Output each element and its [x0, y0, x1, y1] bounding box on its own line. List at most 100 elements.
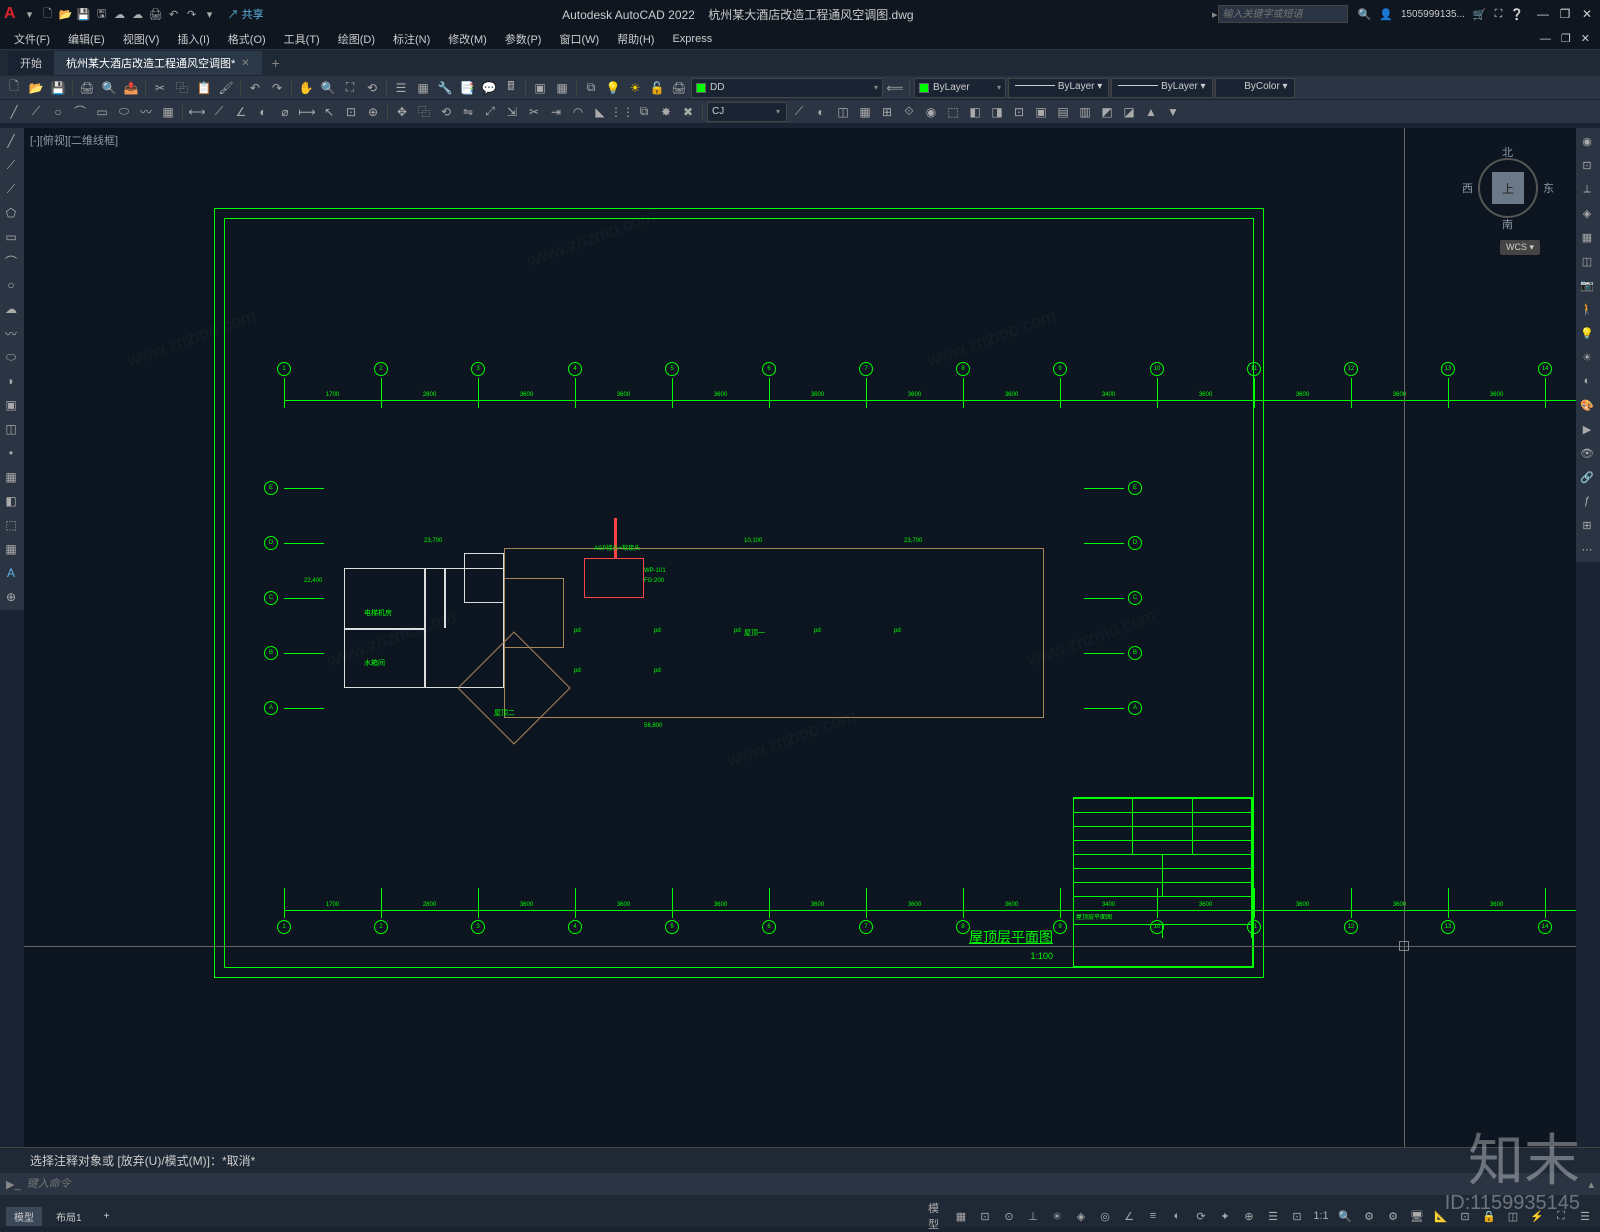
motion-icon[interactable]: ▶: [1576, 418, 1598, 440]
anno-auto-icon[interactable]: ⚙: [1360, 1207, 1378, 1225]
tool-b-icon[interactable]: ◐: [811, 102, 831, 122]
zoom-icon[interactable]: 🔍: [318, 78, 338, 98]
explode-icon[interactable]: ✸: [656, 102, 676, 122]
light-icon[interactable]: 💡: [1576, 322, 1598, 344]
drawing-canvas[interactable]: [-][俯视][二维线框] 上 北 南 西 东 WCS ▾ 屋顶层平面图 屋顶层…: [24, 128, 1576, 1147]
revcloud-tool-icon[interactable]: ☁: [0, 298, 22, 320]
monitor-icon[interactable]: 🖥: [1408, 1207, 1426, 1225]
rotate-icon[interactable]: ⟲: [436, 102, 456, 122]
dim-diam-icon[interactable]: ⌀: [275, 102, 295, 122]
tool-f-icon[interactable]: ⟐: [899, 102, 919, 122]
ucs-icon[interactable]: ⟂: [1576, 178, 1598, 200]
viewport-label[interactable]: [-][俯视][二维线框]: [30, 132, 118, 148]
undo-icon[interactable]: ↶: [166, 6, 182, 22]
tool-n-icon[interactable]: ▥: [1075, 102, 1095, 122]
tool-q-icon[interactable]: ▲: [1141, 102, 1161, 122]
lock-ui-icon[interactable]: 🔒: [1480, 1207, 1498, 1225]
menu-insert[interactable]: 插入(I): [169, 29, 217, 49]
osnap-toggle-icon[interactable]: ◎: [1096, 1207, 1114, 1225]
leader-icon[interactable]: ↖: [319, 102, 339, 122]
print-icon[interactable]: 🖨: [77, 78, 97, 98]
preview-icon[interactable]: 🔍: [99, 78, 119, 98]
point-tool-icon[interactable]: •: [0, 442, 22, 464]
print-icon[interactable]: 🖨: [148, 6, 164, 22]
line-tool-icon[interactable]: ╱: [0, 130, 22, 152]
tool-k-icon[interactable]: ⊡: [1009, 102, 1029, 122]
dyn-toggle-icon[interactable]: ⊕: [1240, 1207, 1258, 1225]
menu-draw[interactable]: 绘图(D): [330, 29, 383, 49]
snap-toggle-icon[interactable]: ⊡: [976, 1207, 994, 1225]
menu-tools[interactable]: 工具(T): [276, 29, 328, 49]
gradient-tool-icon[interactable]: ◧: [0, 490, 22, 512]
props-icon[interactable]: ☰: [391, 78, 411, 98]
command-input[interactable]: [27, 1178, 1589, 1190]
match-icon[interactable]: 🖌: [216, 78, 236, 98]
cycle-toggle-icon[interactable]: ⟳: [1192, 1207, 1210, 1225]
tab-add-button[interactable]: +: [262, 55, 290, 71]
view-cube[interactable]: 上 北 南 西 东: [1466, 146, 1550, 230]
trim-icon[interactable]: ✂: [524, 102, 544, 122]
ellipsearc-tool-icon[interactable]: ◗: [0, 370, 22, 392]
polygon-tool-icon[interactable]: ⬠: [0, 202, 22, 224]
3dosnap-icon[interactable]: ✦: [1216, 1207, 1234, 1225]
dim-cont-icon[interactable]: ⟼: [297, 102, 317, 122]
copy-icon[interactable]: ⿻: [414, 102, 434, 122]
move-icon[interactable]: ✥: [392, 102, 412, 122]
center-icon[interactable]: ⊕: [363, 102, 383, 122]
material-icon[interactable]: ◐: [1576, 370, 1598, 392]
table-icon[interactable]: ▦: [552, 78, 572, 98]
web-save-icon[interactable]: ☁: [130, 6, 146, 22]
open-icon[interactable]: 📂: [26, 78, 46, 98]
insert-tool-icon[interactable]: ▣: [0, 394, 22, 416]
grid-toggle-icon[interactable]: ▦: [952, 1207, 970, 1225]
redo-icon[interactable]: ↷: [267, 78, 287, 98]
close-button[interactable]: ✕: [1578, 7, 1596, 21]
hw-accel-icon[interactable]: ⚡: [1528, 1207, 1546, 1225]
zoomwin-icon[interactable]: ⛶: [340, 78, 360, 98]
open-icon[interactable]: 📂: [58, 6, 74, 22]
compass-east[interactable]: 东: [1543, 180, 1554, 196]
block-tool-icon[interactable]: ◫: [0, 418, 22, 440]
region-tool-icon[interactable]: ⬚: [0, 514, 22, 536]
color-dropdown[interactable]: ByLayer ▾: [914, 78, 1006, 98]
calc-icon[interactable]: 🖩: [501, 78, 521, 98]
sheet-icon[interactable]: 📑: [457, 78, 477, 98]
chamfer-icon[interactable]: ◣: [590, 102, 610, 122]
polar-toggle-icon[interactable]: ✳: [1048, 1207, 1066, 1225]
walk-icon[interactable]: 🚶: [1576, 298, 1598, 320]
menu-icon[interactable]: ▾: [22, 6, 38, 22]
circle-tool-icon[interactable]: ○: [0, 274, 22, 296]
qat-drop-icon[interactable]: ▾: [202, 6, 218, 22]
new-icon[interactable]: 🗋: [4, 78, 24, 98]
pline-tool-icon[interactable]: ⟋: [0, 178, 22, 200]
anno-vis-icon[interactable]: 🔍: [1336, 1207, 1354, 1225]
mirror-icon[interactable]: ⇋: [458, 102, 478, 122]
circle-icon[interactable]: ○: [48, 102, 68, 122]
username[interactable]: 1505999135...: [1401, 9, 1465, 20]
tool-e-icon[interactable]: ⊞: [877, 102, 897, 122]
user-icon[interactable]: 👤: [1379, 8, 1393, 21]
publish-icon[interactable]: 📤: [121, 78, 141, 98]
layer-mgr-icon[interactable]: ⧉: [581, 78, 601, 98]
command-up-icon[interactable]: ▴: [1588, 1178, 1594, 1191]
compass-north[interactable]: 北: [1502, 144, 1513, 160]
otrack-toggle-icon[interactable]: ∠: [1120, 1207, 1138, 1225]
dim-radius-icon[interactable]: ◐: [253, 102, 273, 122]
restore-button[interactable]: ❐: [1556, 7, 1574, 21]
cart-icon[interactable]: 🛒: [1473, 8, 1487, 21]
tool-l-icon[interactable]: ▣: [1031, 102, 1051, 122]
model-tab[interactable]: 模型: [6, 1207, 42, 1226]
tool-d-icon[interactable]: ▦: [855, 102, 875, 122]
qproperties-icon[interactable]: ⊡: [1456, 1207, 1474, 1225]
search-go-icon[interactable]: 🔍: [1358, 8, 1372, 21]
xline-tool-icon[interactable]: ⟋: [0, 154, 22, 176]
doc-min-icon[interactable]: —: [1536, 33, 1555, 45]
trans-toggle-icon[interactable]: ◐: [1168, 1207, 1186, 1225]
doc-close-icon[interactable]: ✕: [1577, 32, 1594, 45]
tool-j-icon[interactable]: ◨: [987, 102, 1007, 122]
arc-tool-icon[interactable]: ⌒: [0, 250, 22, 272]
stretch-icon[interactable]: ⇲: [502, 102, 522, 122]
menu-view[interactable]: 视图(V): [115, 29, 168, 49]
custom-icon[interactable]: ☰: [1576, 1207, 1594, 1225]
3d-icon[interactable]: ◈: [1576, 202, 1598, 224]
